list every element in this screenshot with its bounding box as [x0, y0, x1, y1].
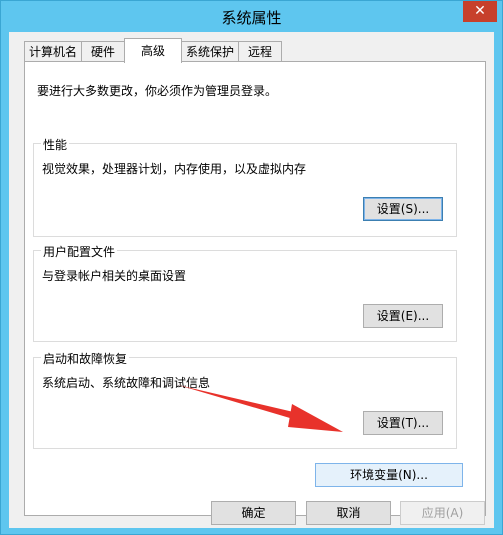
tab-advanced[interactable]: 高级 — [124, 38, 182, 63]
annotation-arrow-icon — [178, 385, 343, 432]
